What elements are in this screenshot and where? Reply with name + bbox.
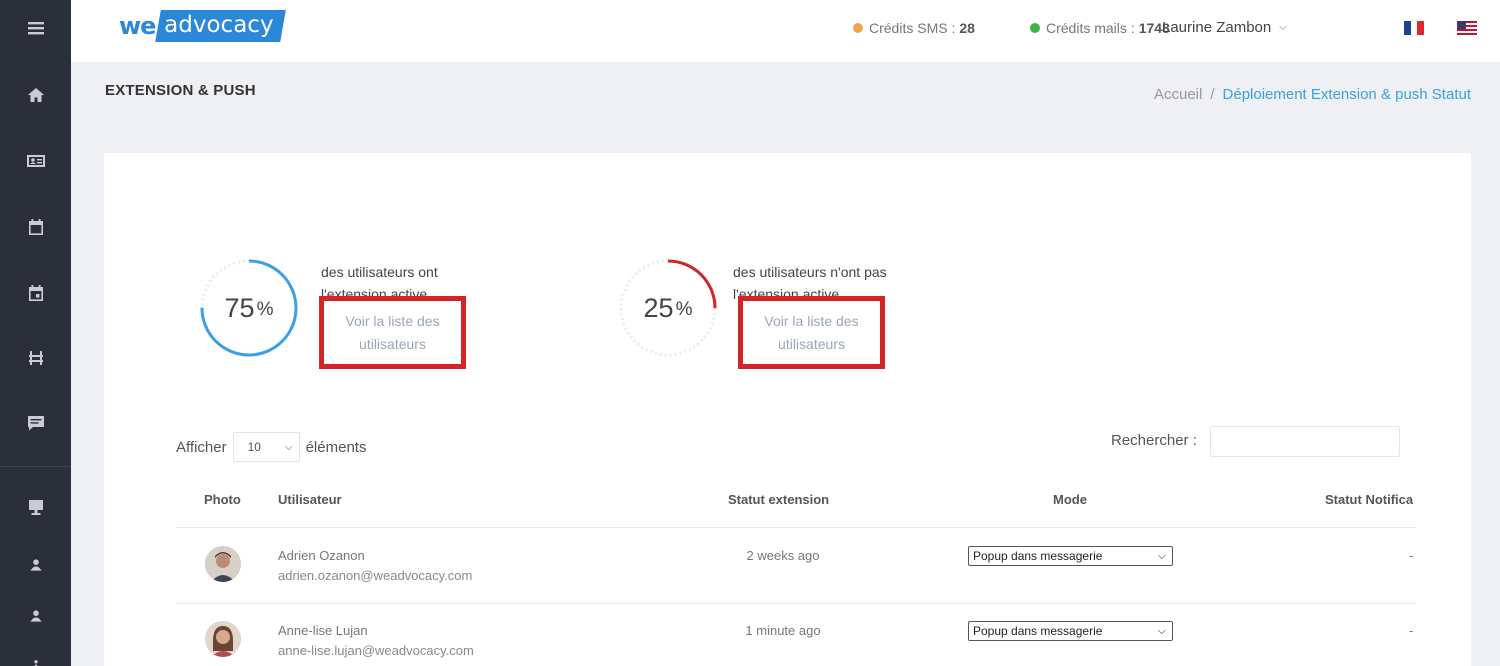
gauge-percent-unit: % <box>675 299 693 320</box>
view-active-users-link[interactable]: Voir la liste des utilisateurs <box>319 296 466 369</box>
user-email: anne-lise.lujan@weadvocacy.com <box>278 643 474 658</box>
mail-credits: Crédits mails : 1748 <box>1030 20 1170 36</box>
sms-credits: Crédits SMS : 28 <box>853 20 975 36</box>
page-length-value: 10 <box>247 440 261 454</box>
avatar <box>205 546 241 582</box>
sms-credits-label: Crédits SMS : <box>869 20 956 36</box>
mode-value: Popup dans messagerie <box>973 624 1103 638</box>
french-flag-icon[interactable] <box>1404 21 1425 35</box>
mail-status-dot <box>1030 23 1040 33</box>
column-header-photo[interactable]: Photo <box>204 492 241 507</box>
view-inactive-users-link[interactable]: Voir la liste des utilisateurs <box>738 296 885 369</box>
desktop-icon[interactable] <box>0 487 71 527</box>
mail-credits-label: Crédits mails : <box>1046 20 1135 36</box>
network-icon[interactable] <box>0 338 71 378</box>
chat-icon[interactable] <box>0 403 71 443</box>
extension-status: 1 minute ago <box>745 623 821 638</box>
sms-credits-value: 28 <box>959 20 975 36</box>
user-email: adrien.ozanon@weadvocacy.com <box>278 568 473 583</box>
gauge-percent-value: 75 <box>224 292 255 323</box>
breadcrumb-home[interactable]: Accueil <box>1154 86 1202 103</box>
page-title: EXTENSION & PUSH <box>105 82 256 99</box>
column-header-notification-status[interactable]: Statut Notifica <box>1325 492 1416 507</box>
column-header-user[interactable]: Utilisateur <box>278 492 342 507</box>
user-name: Anne-lise Lujan <box>278 623 368 638</box>
avatar <box>205 621 241 657</box>
search-label: Rechercher : <box>1111 432 1197 449</box>
column-header-extension-status[interactable]: Statut extension <box>728 492 829 507</box>
show-label: Afficher <box>176 438 227 456</box>
id-card-icon[interactable] <box>0 141 71 181</box>
mode-select[interactable]: Popup dans messagerie ⌵ <box>968 621 1173 641</box>
calendar-event-icon[interactable] <box>0 273 71 313</box>
elements-label: éléments <box>305 438 367 456</box>
menu-icon[interactable] <box>0 8 71 48</box>
gauge-percent-unit: % <box>256 299 274 320</box>
search-input[interactable] <box>1210 426 1400 457</box>
home-icon[interactable] <box>0 75 71 115</box>
breadcrumb: Accueil / Déploiement Extension & push Sta… <box>1154 86 1471 103</box>
extension-status: 2 weeks ago <box>746 548 820 563</box>
row-divider <box>176 603 1416 604</box>
user-icon[interactable] <box>0 596 71 636</box>
user-name: Adrien Ozanon <box>278 548 365 563</box>
sidebar <box>0 0 71 666</box>
notification-status: - <box>1409 548 1414 563</box>
us-flag-icon[interactable] <box>1457 21 1477 35</box>
weadvocacy-logo[interactable]: we advocacy <box>119 10 287 42</box>
calendar-icon[interactable] <box>0 207 71 247</box>
column-header-mode[interactable]: Mode <box>1053 492 1087 507</box>
extension-active-gauge: 75% <box>197 256 301 360</box>
chevron-down-icon: ⌵ <box>285 441 293 453</box>
user-menu[interactable]: Laurine Zambon ⌵ <box>1162 19 1287 36</box>
header-divider <box>176 527 1416 528</box>
chevron-down-icon: ⌵ <box>1157 549 1166 562</box>
page-length-select[interactable]: 10 ⌵ <box>232 432 300 462</box>
logo-we: we <box>119 12 156 40</box>
page-length-control: Afficher 10 ⌵ éléments <box>176 432 366 462</box>
chevron-down-icon: ⌵ <box>1157 624 1166 637</box>
notification-status: - <box>1409 623 1414 638</box>
sidebar-divider <box>0 466 71 467</box>
mode-value: Popup dans messagerie <box>973 549 1103 563</box>
user-name: Laurine Zambon <box>1162 19 1272 36</box>
logo-advocacy: advocacy <box>155 10 287 42</box>
content-card <box>104 153 1471 666</box>
gauge-percent-value: 25 <box>643 292 674 323</box>
chevron-down-icon: ⌵ <box>1279 22 1287 33</box>
user-icon[interactable] <box>0 545 71 585</box>
extension-inactive-gauge: 25% <box>616 256 720 360</box>
mode-select[interactable]: Popup dans messagerie ⌵ <box>968 546 1173 566</box>
breadcrumb-current: Déploiement Extension & push Statut <box>1222 86 1471 103</box>
sms-status-dot <box>853 23 863 33</box>
info-icon[interactable] <box>0 646 71 666</box>
breadcrumb-separator: / <box>1210 86 1215 103</box>
